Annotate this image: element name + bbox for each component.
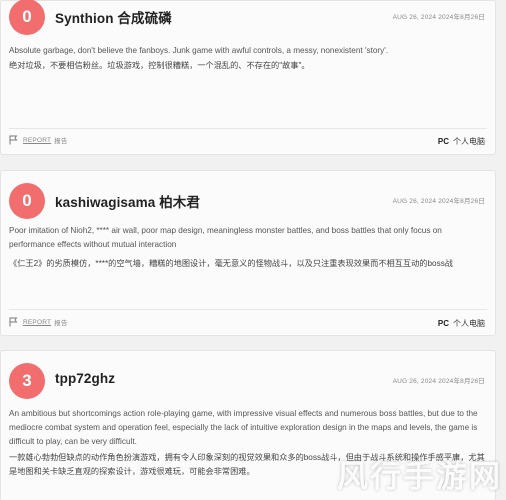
report-label-zh: 报告 (54, 138, 68, 145)
score-badge: 0 (9, 183, 45, 219)
review-header: 0 kashiwagisama 柏木君 AUG 26, 2024 2024年8月… (9, 183, 487, 219)
flag-icon (9, 135, 18, 145)
review-date: AUG 26, 2024 2024年8月26日 (392, 198, 485, 205)
review-card: 0 kashiwagisama 柏木君 AUG 26, 2024 2024年8月… (0, 170, 496, 336)
username[interactable]: tpp72ghz (55, 371, 115, 386)
report-label-zh: 报告 (54, 320, 68, 327)
review-text-zh: 绝对垃圾，不要相信粉丝。垃圾游戏，控制很糟糕，一个混乱的、不存在的"故事"。 (9, 61, 310, 70)
platform-label: PC 个人电脑 (438, 318, 485, 329)
review-header: 0 Synthion 合成硫磷 AUG 26, 2024 2024年8月26日 (9, 0, 487, 35)
username[interactable]: kashiwagisama 柏木君 (55, 191, 200, 211)
review-footer: REPORT 报告 PC 个人电脑 (9, 135, 487, 149)
report-button[interactable]: REPORT 报告 (9, 317, 68, 327)
report-label: REPORT (23, 136, 52, 144)
username[interactable]: Synthion 合成硫磷 (55, 7, 172, 27)
score-badge: 3 (9, 363, 45, 399)
review-text-en: An ambitious but shortcomings action rol… (9, 409, 478, 446)
review-header: 3 tpp72ghz AUG 26, 2024 2024年8月26日 (9, 363, 487, 399)
review-text-zh: 《仁王2》的劣质模仿，****的空气墙，糟糕的地图设计，毫无意义的怪物战斗，以及… (9, 259, 453, 268)
review-date: AUG 26, 2024 2024年8月26日 (392, 14, 485, 21)
report-button[interactable]: REPORT 报告 (9, 135, 68, 145)
platform-zh: 个人电脑 (453, 319, 485, 328)
report-label: REPORT (23, 318, 52, 326)
watermark: 风行手游网 (337, 459, 502, 495)
divider (9, 128, 487, 129)
platform: PC (437, 137, 449, 146)
divider (9, 309, 487, 310)
review-footer: REPORT 报告 PC 个人电脑 (9, 317, 487, 331)
platform-zh: 个人电脑 (453, 137, 485, 146)
score-badge: 0 (9, 0, 45, 35)
review-card: 0 Synthion 合成硫磷 AUG 26, 2024 2024年8月26日 … (0, 0, 496, 155)
review-text-en: Absolute garbage, don't believe the fanb… (9, 46, 389, 55)
platform: PC (437, 319, 449, 328)
platform-label: PC 个人电脑 (438, 136, 485, 147)
review-text-en: Poor imitation of Nioh2, **** air wall, … (9, 226, 442, 249)
review-date: AUG 26, 2024 2024年8月26日 (392, 378, 485, 385)
flag-icon (9, 317, 18, 327)
